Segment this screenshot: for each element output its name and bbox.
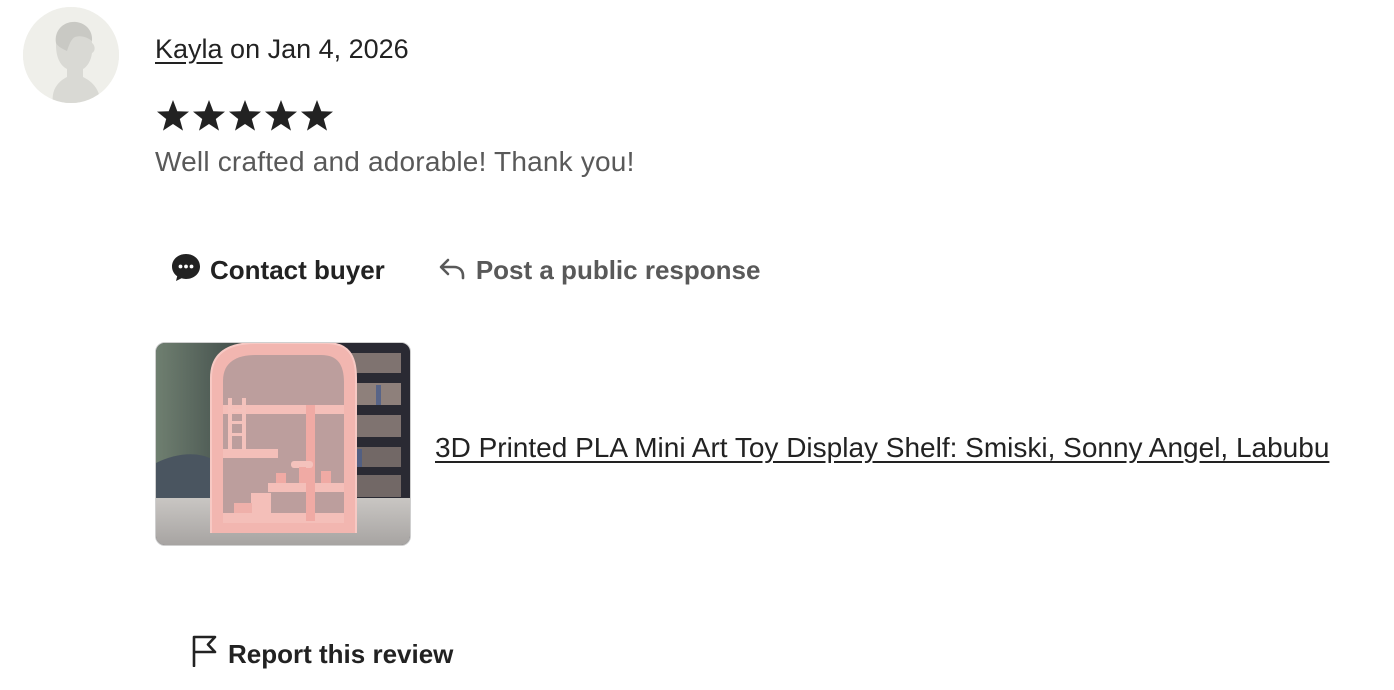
review-date: on Jan 4, 2026 [222,34,409,64]
user-avatar-icon [23,7,119,103]
contact-buyer-label: Contact buyer [210,254,385,285]
product-title-link[interactable]: 3D Printed PLA Mini Art Toy Display Shel… [435,430,1329,466]
report-review-label: Report this review [228,639,454,669]
report-review-button[interactable]: Report this review [191,635,453,674]
review-text: Well crafted and adorable! Thank you! [155,146,635,177]
star-icon [301,100,333,131]
star-icon [193,100,225,131]
review-actions: Contact buyer Post a public response [170,250,760,290]
star-icon [265,100,297,131]
chat-bubble-icon [170,251,202,290]
reviewer-name-link[interactable]: Kayla [155,34,223,64]
reply-arrow-icon [438,257,466,288]
post-public-response-label: Post a public response [475,254,761,285]
star-icon [229,100,261,131]
flag-icon [191,635,219,674]
contact-buyer-button[interactable]: Contact buyer [170,251,385,290]
star-rating [155,97,335,137]
review-card: Kayla on Jan 4, 2026 Well crafted and ad… [0,0,1394,690]
star-icon [157,100,189,131]
reviewer-line: Kayla on Jan 4, 2026 [155,32,409,66]
post-public-response-button[interactable]: Post a public response [438,253,761,288]
product-thumbnail[interactable] [155,342,411,546]
